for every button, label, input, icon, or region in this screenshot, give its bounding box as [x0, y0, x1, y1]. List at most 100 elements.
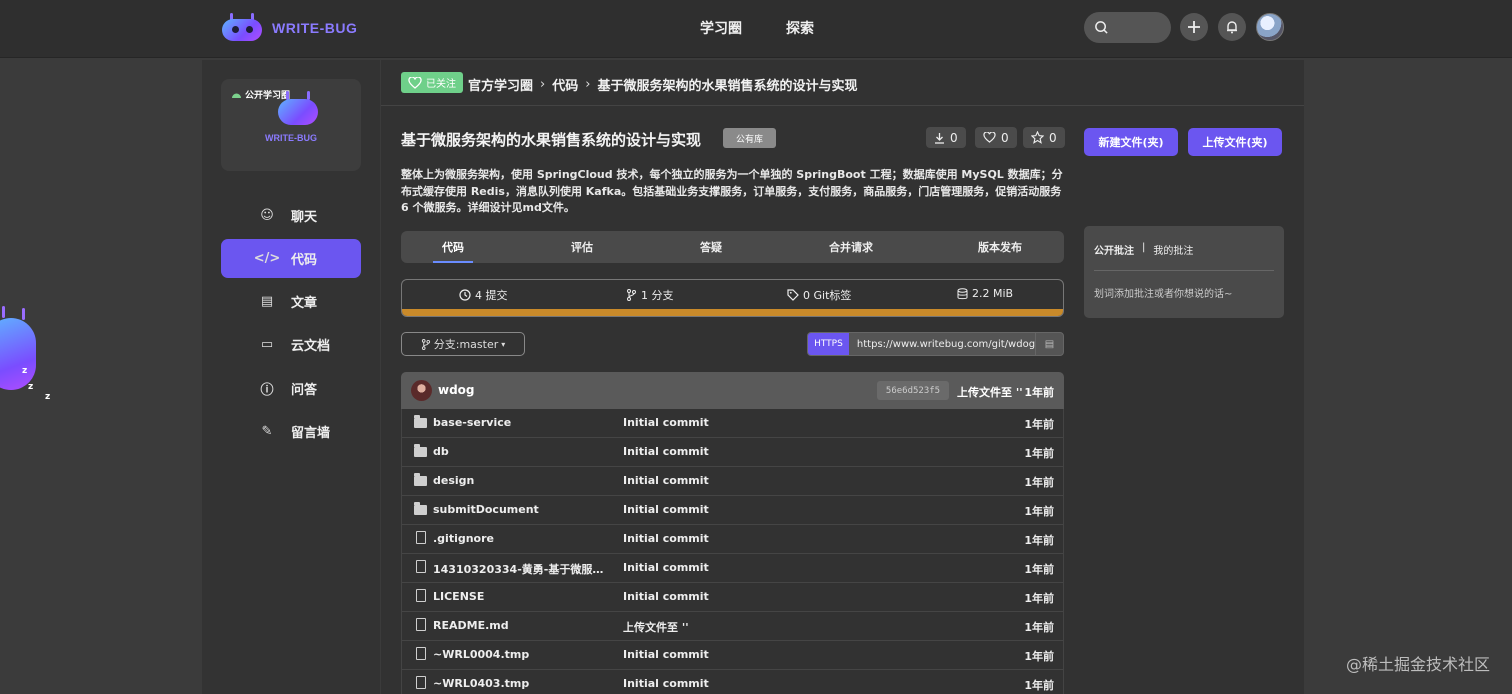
table-row[interactable]: README.md 上传文件至 '' 1年前: [402, 612, 1063, 641]
bell-icon: [1227, 21, 1237, 34]
clone-url-box: HTTPS https://www.writebug.com/git/wdog …: [807, 332, 1064, 356]
nav-item-explore[interactable]: 探索: [786, 18, 814, 38]
annotations-panel: 公开批注 | 我的批注 划词添加批注或者你想说的话~: [1084, 226, 1284, 318]
file-name[interactable]: README.md: [433, 619, 613, 632]
tab-code[interactable]: 代码: [433, 231, 473, 263]
code-icon: </>: [253, 251, 281, 266]
follow-badge[interactable]: 已关注: [401, 72, 463, 93]
file-name[interactable]: submitDocument: [433, 503, 613, 516]
file-time: 1年前: [1024, 418, 1054, 431]
clone-url-input[interactable]: https://www.writebug.com/git/wdog: [849, 339, 1035, 350]
watermark: @稀土掘金技术社区: [1345, 655, 1490, 674]
download-button[interactable]: 0: [926, 127, 966, 148]
sleep-z-icon: z: [22, 366, 28, 376]
annotation-hint: 划词添加批注或者你想说的话~: [1094, 289, 1233, 300]
repo-description: 整体上为微服务架构，使用 SpringCloud 技术，每个独立的服务为一个单独…: [401, 168, 1063, 214]
breadcrumb-item-repo: 基于微服务架构的水果销售系统的设计与实现: [597, 79, 858, 94]
copy-button[interactable]: ▤: [1035, 333, 1063, 355]
commit-author[interactable]: wdog: [438, 383, 475, 397]
branch-icon: [421, 338, 430, 350]
star-icon: [1031, 131, 1044, 144]
table-row[interactable]: submitDocument Initial commit 1年前: [402, 496, 1063, 525]
sidebar-item-code[interactable]: </> 代码: [221, 239, 361, 278]
file-list: base-service Initial commit 1年前 db Initi…: [401, 409, 1064, 694]
file-commit-message: Initial commit: [623, 561, 709, 574]
branches-stat[interactable]: 1 分支: [626, 287, 674, 303]
like-button[interactable]: 0: [975, 127, 1017, 148]
new-file-button[interactable]: 新建文件(夹): [1084, 128, 1178, 156]
tab-my-notes[interactable]: 我的批注: [1153, 242, 1193, 257]
heart-icon: [983, 132, 996, 143]
file-icon: [416, 589, 426, 602]
breadcrumb-item-code[interactable]: 代码: [552, 75, 578, 94]
separator: |: [1142, 242, 1146, 253]
circle-card[interactable]: 公开学习圈 WRITE-BUG: [221, 79, 361, 171]
size-stat: 2.2 MiB: [957, 287, 1013, 300]
file-icon: [416, 618, 426, 631]
table-row[interactable]: base-service Initial commit 1年前: [402, 409, 1063, 438]
tag-icon: [787, 289, 799, 301]
chat-icon: ☺: [260, 208, 274, 223]
sleep-z-icon: z: [28, 382, 34, 392]
file-time: 1年前: [1024, 476, 1054, 489]
branch-select[interactable]: 分支:master ▾: [401, 332, 525, 356]
table-row[interactable]: ~WRL0403.tmp Initial commit 1年前: [402, 670, 1063, 694]
clone-protocol-button[interactable]: HTTPS: [808, 333, 849, 355]
branch-icon: [627, 289, 636, 301]
sidebar-item-qa[interactable]: ⓘ 问答: [221, 369, 361, 408]
file-icon: [416, 647, 426, 660]
commits-stat[interactable]: 4 提交: [459, 287, 508, 303]
file-name[interactable]: LICENSE: [433, 590, 613, 603]
brand-logo[interactable]: WRITE-BUG: [220, 10, 357, 46]
file-name[interactable]: base-service: [433, 416, 613, 429]
tab-evaluation[interactable]: 评估: [561, 231, 603, 263]
file-name[interactable]: ~WRL0403.tmp: [433, 677, 613, 690]
table-row[interactable]: design Initial commit 1年前: [402, 467, 1063, 496]
author-avatar[interactable]: [411, 380, 432, 401]
brand-name: WRITE-BUG: [272, 20, 358, 36]
commit-sha[interactable]: 56e6d523f5: [877, 381, 949, 400]
tab-qa[interactable]: 答疑: [690, 231, 732, 263]
tab-releases[interactable]: 版本发布: [964, 231, 1036, 263]
table-row[interactable]: LICENSE Initial commit 1年前: [402, 583, 1063, 612]
folder-icon: ▭: [260, 337, 274, 352]
caret-down-icon: ▾: [501, 339, 506, 349]
table-row[interactable]: 14310320334-黄勇-基于微服务... Initial commit 1…: [402, 554, 1063, 583]
sidebar-item-articles[interactable]: ▤ 文章: [221, 282, 361, 321]
notification-button[interactable]: [1218, 13, 1246, 41]
folder-icon: [414, 502, 427, 515]
nav-item-circles[interactable]: 学习圈: [700, 18, 742, 38]
add-button[interactable]: [1180, 13, 1208, 41]
file-name[interactable]: ~WRL0004.tmp: [433, 648, 613, 661]
file-icon: [416, 676, 426, 689]
table-row[interactable]: db Initial commit 1年前: [402, 438, 1063, 467]
repo-title: 基于微服务架构的水果销售系统的设计与实现: [401, 131, 702, 149]
file-commit-message: 上传文件至 '': [623, 621, 689, 634]
tab-public-notes[interactable]: 公开批注: [1094, 242, 1134, 257]
top-bar: WRITE-BUG 学习圈 探索: [0, 0, 1512, 58]
star-button[interactable]: 0: [1023, 127, 1065, 148]
tags-stat[interactable]: 0 Git标签: [787, 287, 851, 303]
table-row[interactable]: .gitignore Initial commit 1年前: [402, 525, 1063, 554]
tab-merge-requests[interactable]: 合并请求: [815, 231, 887, 263]
sidebar-item-chat[interactable]: ☺ 聊天: [221, 196, 361, 235]
file-name[interactable]: design: [433, 474, 613, 487]
file-time: 1年前: [1024, 534, 1054, 547]
upload-file-button[interactable]: 上传文件(夹): [1188, 128, 1282, 156]
user-avatar[interactable]: [1256, 13, 1284, 41]
edit-icon: ✎: [261, 424, 273, 439]
file-name[interactable]: 14310320334-黄勇-基于微服务...: [433, 561, 613, 577]
file-name[interactable]: db: [433, 445, 613, 458]
repo-stats-bar: 4 提交 1 分支 0 Git标签 2.2 MiB: [401, 279, 1064, 317]
sidebar-item-cloud-docs[interactable]: ▭ 云文档: [221, 325, 361, 364]
sidebar-item-message-wall[interactable]: ✎ 留言墙: [221, 412, 361, 451]
search-box[interactable]: [1084, 12, 1171, 43]
breadcrumb-item-circle[interactable]: 官方学习圈: [468, 75, 533, 94]
floating-mascot-icon[interactable]: [0, 304, 40, 394]
file-time: 1年前: [1024, 563, 1054, 576]
file-commit-message: Initial commit: [623, 474, 709, 487]
file-icon: [416, 531, 426, 544]
file-name[interactable]: .gitignore: [433, 532, 613, 545]
table-row[interactable]: ~WRL0004.tmp Initial commit 1年前: [402, 641, 1063, 670]
folder-icon: [414, 444, 427, 457]
